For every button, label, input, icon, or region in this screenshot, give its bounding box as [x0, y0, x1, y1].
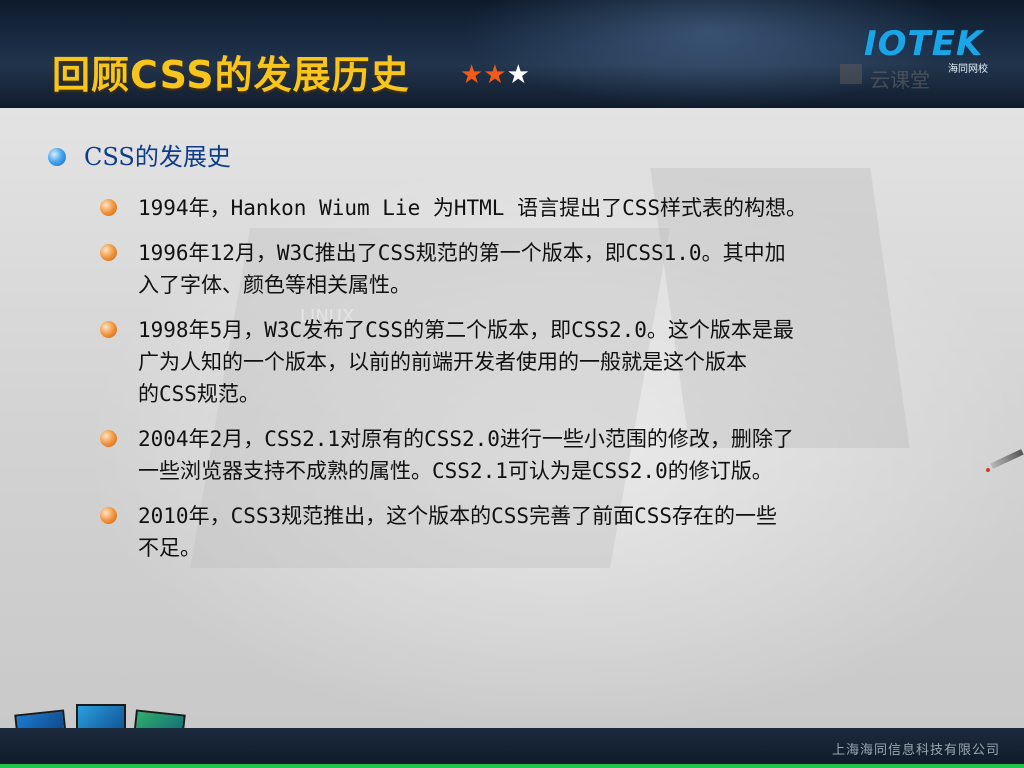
- slide-footer: 上海海同信息科技有限公司: [0, 728, 1024, 768]
- rating-stars: ★★★: [460, 60, 530, 90]
- list-item-text: 1996年12月，W3C推出了CSS规范的第一个版本，即CSS1.0。其中加: [138, 241, 786, 265]
- list-item-text: 2004年2月，CSS2.1对原有的CSS2.0进行一些小范围的修改，删除了: [138, 427, 794, 451]
- orange-bullet-icon: [100, 321, 117, 338]
- laser-pointer-tip: [986, 468, 990, 472]
- list-item: 1998年5月，W3C发布了CSS的第二个版本，即CSS2.0。这个版本是最 广…: [100, 314, 990, 410]
- list-item: 2010年，CSS3规范推出，这个版本的CSS完善了前面CSS存在的一些 不足。: [100, 500, 990, 564]
- footer-company-name: 上海海同信息科技有限公司: [831, 743, 1000, 758]
- slide-header: 回顾CSS的发展历史 ★★★ 云课堂 IOTEK 海同网校: [0, 0, 1024, 108]
- section-heading: CSS的发展史: [48, 142, 231, 172]
- list-item-text: 广为人知的一个版本，以前的前端开发者使用的一般就是这个版本: [138, 350, 747, 374]
- history-list: 1994年，Hankon Wium Lie 为HTML 语言提出了CSS样式表的…: [100, 192, 990, 577]
- laser-pointer-icon: [990, 449, 1024, 469]
- orange-bullet-icon: [100, 507, 117, 524]
- section-label: CSS的发展史: [84, 143, 231, 171]
- star-empty-icon: ★: [506, 60, 530, 90]
- brand-logo-subtitle: 海同网校: [948, 64, 988, 75]
- blue-bullet-icon: [48, 148, 66, 166]
- list-item-text: 不足。: [138, 536, 201, 560]
- list-item-text: 1994年，Hankon Wium Lie 为HTML 语言提出了CSS样式表的…: [138, 196, 808, 220]
- slide-content: LINUX CSS的发展史 1994年，Hankon Wium Lie 为HTM…: [0, 108, 1024, 728]
- list-item-text: 入了字体、颜色等相关属性。: [138, 273, 411, 297]
- list-item-text: 1998年5月，W3C发布了CSS的第二个版本，即CSS2.0。这个版本是最: [138, 318, 794, 342]
- list-item-text: 一些浏览器支持不成熟的属性。CSS2.1可认为是CSS2.0的修订版。: [138, 459, 773, 483]
- star-filled-icon: ★★: [460, 60, 507, 90]
- list-item: 1996年12月，W3C推出了CSS规范的第一个版本，即CSS1.0。其中加 入…: [100, 237, 990, 301]
- slide-title: 回顾CSS的发展历史: [52, 53, 410, 97]
- list-item: 1994年，Hankon Wium Lie 为HTML 语言提出了CSS样式表的…: [100, 192, 990, 224]
- list-item-text: 的CSS规范。: [138, 382, 260, 406]
- list-item: 2004年2月，CSS2.1对原有的CSS2.0进行一些小范围的修改，删除了 一…: [100, 423, 990, 487]
- orange-bullet-icon: [100, 199, 117, 216]
- list-item-text: 2010年，CSS3规范推出，这个版本的CSS完善了前面CSS存在的一些: [138, 504, 778, 528]
- watermark-icon: [840, 64, 862, 84]
- orange-bullet-icon: [100, 244, 117, 261]
- orange-bullet-icon: [100, 430, 117, 447]
- footer-accent-strip: [0, 764, 1024, 768]
